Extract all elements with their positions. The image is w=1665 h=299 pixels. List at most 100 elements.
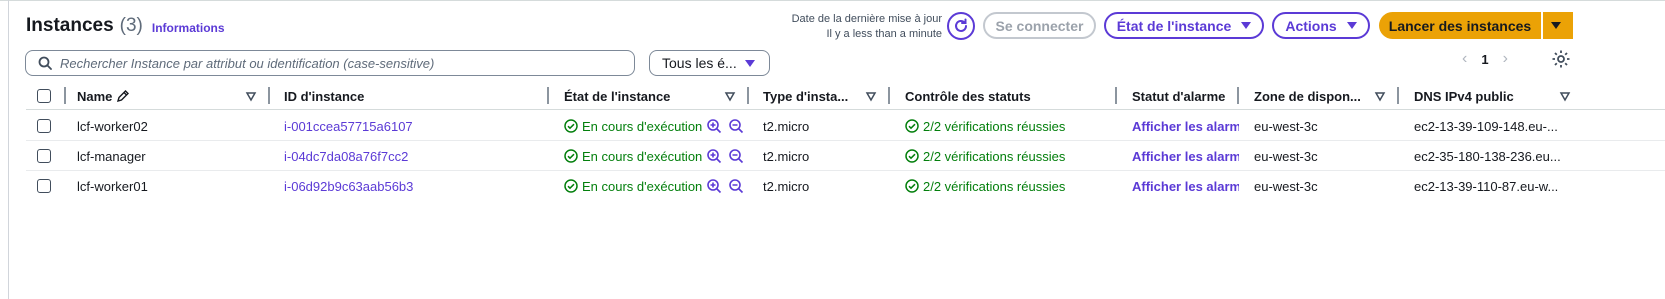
- column-resizer[interactable]: [547, 87, 549, 104]
- column-resizer[interactable]: [268, 87, 270, 104]
- launch-instances-button[interactable]: Lancer des instances: [1379, 12, 1541, 39]
- column-header-dns[interactable]: DNS IPv4 public: [1414, 83, 1514, 109]
- row-checkbox[interactable]: [37, 119, 51, 133]
- column-resizer[interactable]: [1397, 87, 1399, 104]
- row-checkbox[interactable]: [37, 179, 51, 193]
- search-icon: [38, 56, 52, 70]
- instance-state-button-label: État de l'instance: [1116, 17, 1232, 34]
- table-row[interactable]: lcf-worker01 i-06d92b9c63aab56b3 En cour…: [26, 171, 1665, 201]
- column-header-label: Zone de dispon...: [1254, 88, 1361, 104]
- state-filter-value: Tous les é...: [662, 55, 737, 71]
- instance-count: (3): [119, 15, 143, 36]
- cell-status-check: 2/2 vérifications réussies: [905, 111, 1065, 141]
- state-label: En cours d'exécution: [582, 148, 703, 164]
- cell-state: En cours d'exécution: [564, 141, 744, 171]
- cell-instance-id-link[interactable]: i-001ccea57715a6107: [284, 111, 413, 141]
- zoom-out-icon[interactable]: [728, 178, 744, 194]
- sort-caret-icon[interactable]: [1559, 90, 1571, 102]
- sort-caret-icon[interactable]: [724, 90, 736, 102]
- cell-alarm-link[interactable]: Afficher les alarmes: [1132, 111, 1239, 141]
- column-resizer[interactable]: [747, 87, 749, 104]
- page-title: Instances: [26, 15, 114, 36]
- cell-zone: eu-west-3c: [1254, 148, 1318, 164]
- select-all-checkbox[interactable]: [37, 89, 51, 103]
- column-resizer[interactable]: [888, 87, 890, 104]
- current-page[interactable]: 1: [1481, 52, 1488, 67]
- caret-down-icon: [1551, 22, 1561, 29]
- column-header-label: Statut d'alarme: [1132, 88, 1226, 104]
- cell-alarm-link[interactable]: Afficher les alarmes: [1132, 171, 1239, 201]
- status-check-label: 2/2 vérifications réussies: [923, 118, 1066, 134]
- zoom-out-icon[interactable]: [728, 118, 744, 134]
- cell-alarm-link[interactable]: Afficher les alarmes: [1132, 141, 1239, 171]
- zoom-out-icon[interactable]: [728, 148, 744, 164]
- cell-type: t2.micro: [763, 178, 810, 194]
- sort-caret-icon[interactable]: [245, 90, 257, 102]
- info-link[interactable]: Informations: [152, 21, 225, 35]
- state-filter-select[interactable]: Tous les é...: [649, 50, 770, 76]
- sort-caret-icon[interactable]: [1374, 90, 1386, 102]
- connect-button[interactable]: Se connecter: [983, 12, 1096, 39]
- table-header: Name ID d'instance État de l'instance Ty…: [26, 83, 1665, 110]
- state-label: En cours d'exécution: [582, 178, 703, 194]
- column-header-label: Type d'insta...: [763, 88, 849, 104]
- zoom-in-icon[interactable]: [706, 148, 722, 164]
- column-header-zone[interactable]: Zone de dispon...: [1254, 83, 1364, 109]
- cell-instance-id-link[interactable]: i-06d92b9c63aab56b3: [284, 171, 413, 201]
- row-checkbox[interactable]: [37, 149, 51, 163]
- column-header-instance-id[interactable]: ID d'instance: [284, 83, 364, 109]
- row-select-cell[interactable]: [37, 111, 51, 141]
- cell-dns: ec2-13-39-109-148.eu-...: [1414, 118, 1558, 134]
- status-check-label: 2/2 vérifications réussies: [923, 178, 1066, 194]
- column-resizer[interactable]: [1115, 87, 1117, 104]
- column-header-state[interactable]: État de l'instance: [564, 83, 670, 109]
- column-header-name[interactable]: Name: [77, 83, 130, 109]
- column-resizer[interactable]: [1237, 87, 1239, 104]
- column-header-type[interactable]: Type d'insta...: [763, 83, 859, 109]
- cell-status-check: 2/2 vérifications réussies: [905, 171, 1065, 201]
- cell-name: lcf-manager: [77, 148, 146, 164]
- cell-type: t2.micro: [763, 118, 810, 134]
- actions-button[interactable]: Actions: [1272, 12, 1370, 39]
- column-resizer[interactable]: [64, 87, 66, 104]
- instance-state-button[interactable]: État de l'instance: [1104, 12, 1264, 39]
- table-row[interactable]: lcf-manager i-04dc7da08a76f7cc2 En cours…: [26, 141, 1665, 171]
- last-updated-label: Date de la dernière mise à jour: [791, 13, 942, 25]
- page-header: Instances (3) Informations: [26, 12, 225, 40]
- cell-instance-id-link[interactable]: i-04dc7da08a76f7cc2: [284, 141, 408, 171]
- column-header-label: Name: [77, 88, 113, 104]
- check-circle-icon: [905, 179, 919, 193]
- launch-instances-label: Lancer des instances: [1388, 17, 1532, 34]
- connect-button-label: Se connecter: [995, 17, 1084, 34]
- pencil-icon: [117, 90, 130, 103]
- state-label: En cours d'exécution: [582, 118, 703, 134]
- sort-caret-icon[interactable]: [865, 90, 877, 102]
- column-header-label: DNS IPv4 public: [1414, 88, 1514, 104]
- table-row[interactable]: lcf-worker02 i-001ccea57715a6107 En cour…: [26, 111, 1665, 141]
- top-border: [0, 0, 1665, 1]
- check-circle-icon: [905, 149, 919, 163]
- pagination: ‹ 1 ›: [1462, 50, 1508, 68]
- refresh-button[interactable]: [947, 12, 975, 40]
- launch-instances-dropdown[interactable]: [1543, 12, 1573, 39]
- select-all-cell[interactable]: [37, 83, 51, 109]
- zoom-in-icon[interactable]: [706, 118, 722, 134]
- column-header-status-check[interactable]: Contrôle des statuts: [905, 83, 1031, 109]
- check-circle-icon: [564, 179, 578, 193]
- next-page-button[interactable]: ›: [1503, 50, 1508, 68]
- caret-down-icon: [745, 59, 755, 67]
- caret-down-icon: [1346, 22, 1357, 29]
- cell-dns: ec2-13-39-110-87.eu-w...: [1414, 178, 1559, 194]
- column-header-label: ID d'instance: [284, 88, 365, 104]
- column-header-alarm[interactable]: Statut d'alarme: [1132, 83, 1226, 109]
- cell-status-check: 2/2 vérifications réussies: [905, 141, 1065, 171]
- row-select-cell[interactable]: [37, 171, 51, 201]
- cell-state: En cours d'exécution: [564, 171, 744, 201]
- check-circle-icon: [564, 119, 578, 133]
- prev-page-button[interactable]: ‹: [1462, 50, 1467, 68]
- gear-icon[interactable]: [1551, 49, 1571, 69]
- actions-button-label: Actions: [1285, 17, 1337, 34]
- row-select-cell[interactable]: [37, 141, 51, 171]
- zoom-in-icon[interactable]: [706, 178, 722, 194]
- search-input[interactable]: Rechercher Instance par attribut ou iden…: [25, 50, 635, 76]
